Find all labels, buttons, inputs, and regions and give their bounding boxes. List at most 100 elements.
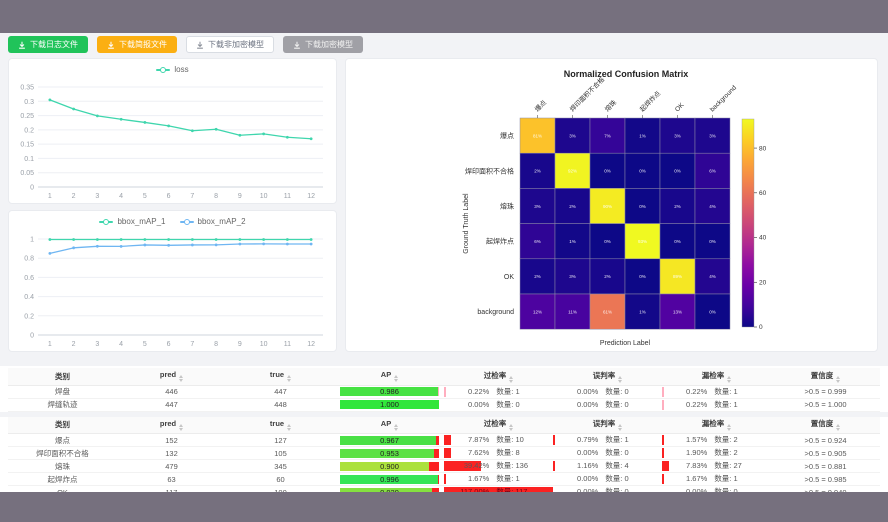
- svg-text:1%: 1%: [569, 239, 576, 244]
- sort-icon[interactable]: [509, 424, 513, 431]
- svg-text:3: 3: [95, 193, 99, 200]
- column-header-误判率[interactable]: 误判率: [553, 368, 662, 385]
- download-icon: [107, 41, 115, 49]
- column-header-pred[interactable]: pred: [117, 368, 226, 385]
- matrix-row-label: OK: [504, 274, 514, 281]
- colorbar-tick-label: 40: [759, 235, 767, 242]
- svg-text:5: 5: [143, 341, 147, 348]
- cell-class: 起焊炸点: [8, 473, 117, 486]
- column-header-置信度[interactable]: 置信度: [771, 368, 880, 385]
- table-header-row: 类别predtrueAP过检率误判率漏检率置信度: [8, 368, 880, 385]
- column-header-漏检率[interactable]: 漏检率: [662, 368, 771, 385]
- ap-bar: 1.000: [340, 400, 439, 409]
- svg-text:0%: 0%: [709, 309, 716, 314]
- cell-overdetect-rate: 7.62%数量: 8: [444, 447, 553, 460]
- legend-label: bbox_mAP_2: [198, 217, 246, 226]
- column-header-类别: 类别: [8, 368, 117, 385]
- ap-bar: 0.986: [340, 387, 439, 396]
- legend-label: bbox_mAP_1: [117, 217, 165, 226]
- matrix-row-label: 起焊炸点: [486, 237, 514, 246]
- cell-ap: 1.000: [335, 398, 444, 411]
- download-report-button[interactable]: 下载简报文件: [97, 36, 177, 53]
- svg-text:5: 5: [143, 193, 147, 200]
- download-plain-model-button[interactable]: 下载非加密模型: [186, 36, 274, 53]
- svg-text:4%: 4%: [709, 274, 716, 279]
- download-icon: [18, 41, 26, 49]
- dashboard-content: 下载日志文件 下载简报文件 下载非加密模型 下载加密模型 loss00.050.…: [0, 33, 888, 492]
- sort-icon[interactable]: [179, 375, 183, 382]
- download-encrypted-model-button[interactable]: 下载加密模型: [283, 36, 363, 53]
- svg-text:3: 3: [95, 341, 99, 348]
- table-row: 爆点1521270.9677.87%数量: 100.79%数量: 11.57%数…: [8, 434, 880, 447]
- svg-text:12%: 12%: [533, 309, 542, 314]
- column-header-pred[interactable]: pred: [117, 417, 226, 434]
- sort-icon[interactable]: [287, 375, 291, 382]
- column-header-置信度[interactable]: 置信度: [771, 417, 880, 434]
- column-header-AP[interactable]: AP: [335, 368, 444, 385]
- sort-icon[interactable]: [394, 375, 398, 382]
- svg-text:7: 7: [190, 193, 194, 200]
- colorbar-tick-label: 80: [759, 145, 767, 152]
- bbox-map-chart-legend: bbox_mAP_1 bbox_mAP_2: [9, 217, 336, 226]
- download-encrypted-model-label: 下载加密模型: [305, 39, 353, 50]
- svg-text:2%: 2%: [674, 204, 681, 209]
- cell-miss-rate: 1.90%数量: 2: [662, 447, 771, 460]
- cell-overdetect-rate: 39.42%数量: 136: [444, 460, 553, 473]
- sort-icon[interactable]: [287, 424, 291, 431]
- svg-text:3%: 3%: [674, 133, 681, 138]
- cell-confidence: >0.5 = 0.924: [771, 434, 880, 447]
- cell-class: 焊缝轨迹: [8, 398, 117, 411]
- svg-text:7%: 7%: [604, 133, 611, 138]
- sort-icon[interactable]: [509, 376, 513, 383]
- svg-text:92%: 92%: [568, 169, 577, 174]
- column-header-true[interactable]: true: [226, 417, 335, 434]
- sort-icon[interactable]: [836, 376, 840, 383]
- svg-text:6: 6: [167, 193, 171, 200]
- seam-metrics-table: 类别predtrueAP过检率误判率漏检率置信度焊盘4464470.9860.2…: [0, 368, 888, 412]
- svg-text:0%: 0%: [604, 169, 611, 174]
- sort-icon[interactable]: [836, 424, 840, 431]
- series-line-loss: [50, 100, 311, 139]
- svg-text:8: 8: [214, 341, 218, 348]
- svg-text:89%: 89%: [673, 274, 682, 279]
- sort-icon[interactable]: [618, 424, 622, 431]
- sort-icon[interactable]: [727, 424, 731, 431]
- column-header-漏检率[interactable]: 漏检率: [662, 417, 771, 434]
- column-header-true[interactable]: true: [226, 368, 335, 385]
- svg-text:0: 0: [30, 333, 34, 340]
- cell-class: 焊印面积不合格: [8, 447, 117, 460]
- sort-icon[interactable]: [618, 376, 622, 383]
- legend-item-bbox_mAP_2[interactable]: bbox_mAP_2: [180, 217, 246, 226]
- metrics-tables-section: 类别predtrueAP过检率误判率漏检率置信度焊盘4464470.9860.2…: [0, 366, 888, 492]
- column-header-AP[interactable]: AP: [335, 417, 444, 434]
- column-header-过检率[interactable]: 过检率: [444, 417, 553, 434]
- legend-item-loss[interactable]: loss: [156, 65, 188, 74]
- cell-overdetect-rate: 0.00%数量: 0: [444, 398, 553, 411]
- svg-text:4%: 4%: [709, 204, 716, 209]
- svg-text:0.4: 0.4: [24, 294, 34, 301]
- svg-text:0%: 0%: [639, 274, 646, 279]
- svg-text:1: 1: [48, 341, 52, 348]
- svg-text:10: 10: [260, 193, 268, 200]
- svg-text:2%: 2%: [534, 274, 541, 279]
- svg-text:3%: 3%: [569, 133, 576, 138]
- cell-misjudge-rate: 1.16%数量: 4: [553, 460, 662, 473]
- svg-text:11: 11: [284, 193, 291, 200]
- legend-item-bbox_mAP_1[interactable]: bbox_mAP_1: [99, 217, 165, 226]
- download-log-button[interactable]: 下载日志文件: [8, 36, 88, 53]
- cell-class: 焊盘: [8, 385, 117, 398]
- sort-icon[interactable]: [727, 376, 731, 383]
- svg-text:3%: 3%: [534, 204, 541, 209]
- confusion-matrix-card: Normalized Confusion Matrix81%3%7%1%3%3%…: [345, 58, 878, 352]
- svg-text:61%: 61%: [603, 309, 612, 314]
- sort-icon[interactable]: [394, 424, 398, 431]
- download-icon: [293, 41, 301, 49]
- svg-text:0.2: 0.2: [24, 313, 34, 320]
- column-header-误判率[interactable]: 误判率: [553, 417, 662, 434]
- svg-text:0%: 0%: [674, 169, 681, 174]
- cell-ap: 0.986: [335, 385, 444, 398]
- svg-text:12: 12: [307, 193, 315, 200]
- column-header-过检率[interactable]: 过检率: [444, 368, 553, 385]
- svg-text:11: 11: [284, 341, 291, 348]
- sort-icon[interactable]: [179, 424, 183, 431]
